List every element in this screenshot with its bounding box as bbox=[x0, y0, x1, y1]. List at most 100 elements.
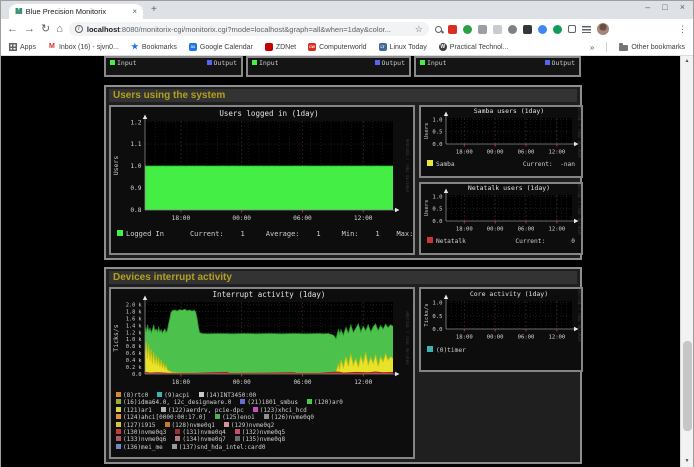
svg-text:06:00: 06:00 bbox=[293, 215, 312, 222]
device-legend-item: (9)acpi bbox=[157, 392, 189, 399]
maximize-button[interactable]: □ bbox=[662, 2, 667, 12]
interrupt-activity-graph[interactable]: 18:0000:0006:0012:000.00.2 k0.4 k0.6 k0.… bbox=[109, 287, 415, 459]
bookmark-item[interactable]: 31Google Calendar bbox=[189, 43, 253, 51]
svg-text:0.9: 0.9 bbox=[130, 185, 141, 192]
bookmark-item[interactable]: MInbox (16) - sjvn0... bbox=[48, 43, 119, 51]
bookmark-item[interactable]: Apps bbox=[9, 43, 36, 51]
svg-text:1.2 k: 1.2 k bbox=[126, 330, 142, 336]
svg-text:18:00: 18:00 bbox=[456, 150, 473, 156]
tab-list-icon[interactable] bbox=[582, 26, 591, 33]
extension-icon[interactable] bbox=[463, 25, 472, 34]
window-controls: – □ × bbox=[645, 2, 685, 12]
svg-text:00:00: 00:00 bbox=[487, 150, 504, 156]
device-legend-item: (21)i801_smbus bbox=[240, 399, 298, 406]
home-icon[interactable]: ⌂ bbox=[56, 24, 63, 35]
reload-icon[interactable]: ↻ bbox=[41, 24, 50, 35]
legend-item: Logged In bbox=[117, 230, 164, 238]
device-legend-item: (130)nvme0q3 bbox=[116, 429, 166, 436]
svg-text:RRDTOOL / TOBI OETIKER: RRDTOOL / TOBI OETIKER bbox=[405, 139, 409, 193]
browser-menu-icon[interactable]: ⋮ bbox=[678, 24, 687, 35]
bookmarks-overflow-icon[interactable]: » bbox=[590, 43, 594, 52]
tab-close-icon[interactable]: × bbox=[132, 7, 137, 16]
extension-icon[interactable] bbox=[523, 25, 532, 34]
device-legend-item: (127)i915 bbox=[116, 422, 156, 429]
scroll-up-icon[interactable]: ▲ bbox=[681, 56, 693, 67]
svg-text:0.4 k: 0.4 k bbox=[126, 358, 142, 364]
legend-item: Output bbox=[545, 59, 575, 67]
bookmarks-list: Apps MInbox (16) - sjvn0... ★Bookmarks 31Go… bbox=[9, 43, 508, 51]
scrollbar-thumb[interactable] bbox=[683, 341, 692, 431]
bookmark-item[interactable]: CWComputerworld bbox=[308, 43, 366, 51]
partial-graph-box[interactable]: InputOutput bbox=[104, 56, 243, 77]
svg-text:00:00: 00:00 bbox=[233, 379, 251, 386]
bookmark-item[interactable]: WPractical Technol... bbox=[439, 43, 509, 51]
other-bookmarks-button[interactable]: Other bookmarks bbox=[619, 43, 685, 51]
device-legend-item: (133)nvme0q6 bbox=[116, 436, 166, 443]
svg-text:1.0 k: 1.0 k bbox=[126, 337, 142, 343]
device-legend-item: (126)nvme0q0 bbox=[264, 414, 314, 421]
extension-icon[interactable] bbox=[553, 25, 562, 34]
core-activity-graph[interactable]: 18:0000:0006:0012:000.00.51.0Core activi… bbox=[419, 287, 583, 372]
scroll-down-icon[interactable]: ▼ bbox=[681, 456, 693, 467]
minimize-button[interactable]: – bbox=[645, 2, 650, 12]
extension-icon[interactable] bbox=[538, 25, 547, 34]
legend-item: Input bbox=[252, 59, 279, 67]
back-icon[interactable]: ← bbox=[7, 24, 18, 35]
svg-text:0.0: 0.0 bbox=[432, 142, 442, 148]
svg-text:1.2: 1.2 bbox=[130, 119, 141, 126]
svg-text:06:00: 06:00 bbox=[518, 150, 535, 156]
svg-text:12:00: 12:00 bbox=[548, 227, 565, 233]
bookmark-label: Apps bbox=[20, 44, 36, 51]
bookmark-star-icon[interactable]: ☆ bbox=[415, 24, 423, 35]
netatalk-users-graph[interactable]: 18:0000:0006:0012:000.00.51.0Netatalk us… bbox=[419, 182, 583, 255]
svg-text:0.0: 0.0 bbox=[132, 372, 141, 378]
bookmark-item[interactable]: ★Bookmarks bbox=[131, 43, 177, 51]
bookmark-label: Computerworld bbox=[319, 44, 366, 51]
legend-item: Input bbox=[420, 59, 447, 67]
lt-icon: LT bbox=[379, 43, 387, 51]
samba-users-graph[interactable]: 18:0000:0006:0012:000.00.51.0Samba users… bbox=[419, 105, 583, 178]
new-tab-button[interactable]: + bbox=[151, 4, 157, 15]
page-scrollbar[interactable]: ▲ ▼ bbox=[680, 56, 693, 467]
svg-text:RRDTOOL / TOBI OETIKER: RRDTOOL / TOBI OETIKER bbox=[577, 184, 581, 235]
partial-graph-box[interactable]: Input Output bbox=[414, 56, 581, 77]
address-bar[interactable]: i localhost:8080/monitorix-cgi/monitorix… bbox=[69, 22, 429, 36]
legend-item: (0)timer bbox=[427, 346, 466, 354]
bookmark-label: Bookmarks bbox=[142, 44, 177, 51]
device-legend-item: (122)aerdrv, pcie-dpc bbox=[161, 407, 244, 414]
page-info-icon[interactable]: i bbox=[75, 25, 83, 33]
extension-icon[interactable] bbox=[448, 25, 457, 34]
device-legend-item: (16)idma64.0, i2c_designware.0 bbox=[116, 399, 231, 406]
svg-text:Netatalk users (1day): Netatalk users (1day) bbox=[468, 184, 550, 192]
users-logged-in-graph[interactable]: 18:0000:0006:0012:000.80.91.01.11.2Users… bbox=[109, 105, 415, 255]
svg-text:12:00: 12:00 bbox=[354, 379, 372, 386]
forward-icon[interactable]: → bbox=[24, 24, 35, 35]
extension-icon[interactable] bbox=[508, 25, 517, 34]
bookmarks-divider bbox=[606, 42, 607, 52]
svg-text:1.0: 1.0 bbox=[432, 194, 442, 200]
bookmark-label: ZDNet bbox=[276, 44, 296, 51]
svg-text:1.0: 1.0 bbox=[130, 163, 141, 170]
partial-graph-box[interactable]: InputOutput bbox=[246, 56, 411, 77]
browser-tab[interactable]: M Blue Precision Monitorix × bbox=[9, 4, 143, 19]
tab-title: Blue Precision Monitorix bbox=[26, 7, 129, 16]
bookmark-item[interactable]: ZDNet bbox=[265, 43, 296, 51]
svg-text:18:00: 18:00 bbox=[172, 379, 190, 386]
tab-strip: M Blue Precision Monitorix × + – □ × bbox=[1, 1, 693, 19]
bookmark-label: Practical Technol... bbox=[450, 44, 509, 51]
profile-avatar[interactable] bbox=[597, 23, 609, 35]
search-icon[interactable] bbox=[435, 26, 442, 33]
svg-text:12:00: 12:00 bbox=[354, 215, 373, 222]
users-graph-legend: Logged InCurrent: 1 Average: 1 Min: 1 Ma… bbox=[111, 229, 413, 240]
svg-text:18:00: 18:00 bbox=[456, 335, 473, 341]
bookmark-item[interactable]: LTLinux Today bbox=[379, 43, 427, 51]
svg-text:1.0: 1.0 bbox=[432, 117, 442, 123]
extension-icon[interactable] bbox=[478, 25, 487, 34]
extension-icon[interactable] bbox=[493, 25, 502, 34]
extensions-puzzle-icon[interactable] bbox=[568, 25, 576, 33]
device-legend-item: (125)eno1 bbox=[215, 414, 255, 421]
url-text: localhost:8080/monitorix-cgi/monitorix.c… bbox=[87, 25, 411, 34]
close-button[interactable]: × bbox=[680, 2, 685, 12]
page-content: InputOutputInputOutputInputOutput Users … bbox=[104, 56, 582, 464]
svg-text:00:00: 00:00 bbox=[232, 215, 251, 222]
